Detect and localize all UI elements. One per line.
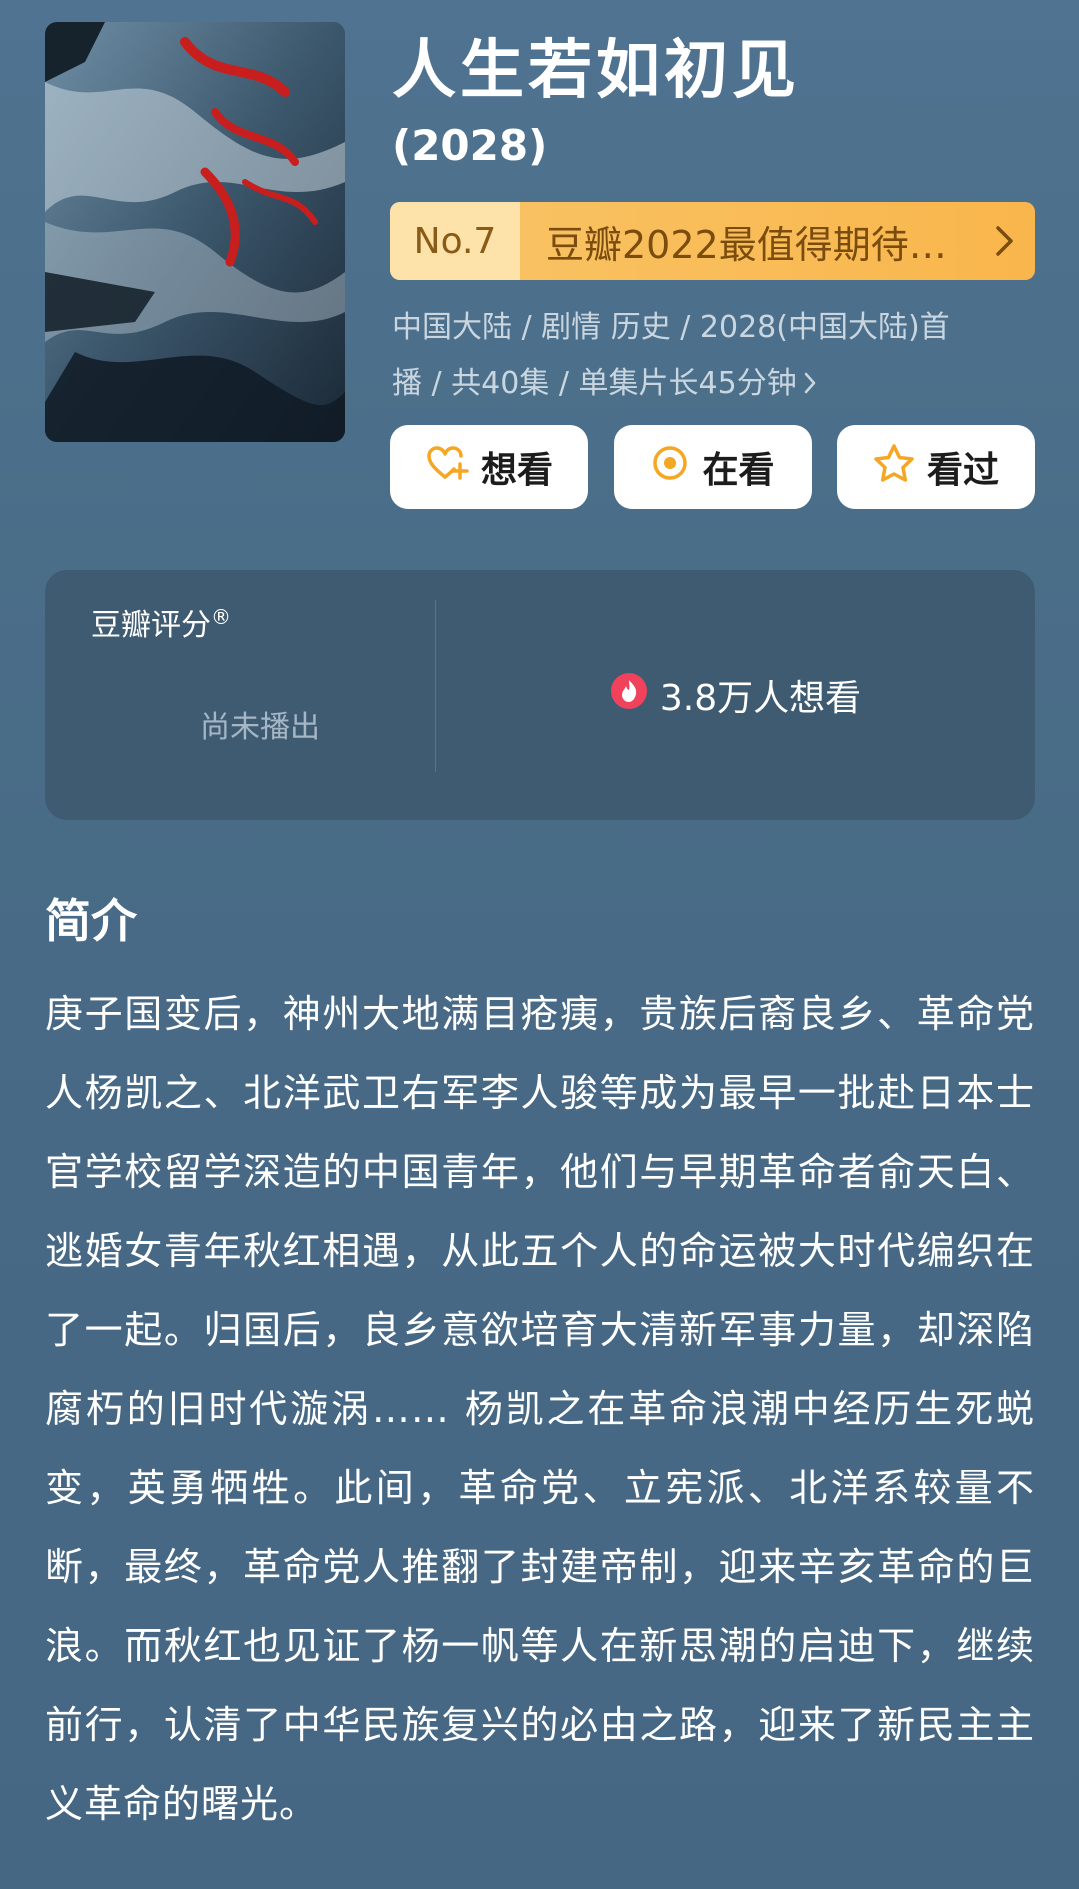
page-title: 人生若如初见 [392,34,800,108]
watching-label: 在看 [702,450,775,491]
release-year: (2028) [392,121,548,170]
interest-count[interactable]: 3.8万人想看 [436,570,1035,820]
chevron-right-icon [975,202,1035,280]
watched-label: 看过 [926,450,999,491]
action-buttons: 想看 在看 看过 [390,425,1035,509]
ranking-banner[interactable]: No.7 豆瓣2022最值得期待… [390,202,1035,280]
watched-button[interactable]: 看过 [837,425,1035,509]
rank-list-title: 豆瓣2022最值得期待… [546,222,947,267]
heart-plus-icon [425,443,469,492]
rank-number: No.7 [390,202,520,280]
rating-label: 豆瓣评分® [91,600,231,644]
star-outline-icon [873,443,915,492]
fire-icon [610,672,648,719]
poster-image[interactable] [45,22,345,442]
meta-line-1: 中国大陆 / 剧情 历史 / 2028(中国大陆)首 [392,310,950,345]
chevron-right-icon [803,358,817,414]
douban-rating-section: 豆瓣评分® 尚未播出 [45,570,435,820]
meta-info[interactable]: 中国大陆 / 剧情 历史 / 2028(中国大陆)首 播 / 共40集 / 单集… [392,300,1042,414]
want-to-watch-button[interactable]: 想看 [390,425,588,509]
synopsis-text: 庚子国变后，神州大地满目疮痍，贵族后裔良乡、革命党人杨凯之、北洋武卫右军李人骏等… [45,992,1035,1826]
want-to-watch-label: 想看 [480,450,553,491]
watching-button[interactable]: 在看 [613,425,812,509]
rating-label-text: 豆瓣评分 [91,608,211,643]
target-circle-icon [650,443,690,492]
rating-status: 尚未播出 [200,710,320,745]
synopsis-heading: 简介 [45,894,137,948]
meta-line-2: 播 / 共40集 / 单集片长45分钟 [392,366,797,401]
interest-count-text: 3.8万人想看 [659,678,862,719]
registered-mark: ® [211,605,231,629]
rating-card[interactable]: 豆瓣评分® 尚未播出 3.8万人想看 [45,570,1035,820]
meta-line-2-wrap: 播 / 共40集 / 单集片长45分钟 [392,356,1042,414]
